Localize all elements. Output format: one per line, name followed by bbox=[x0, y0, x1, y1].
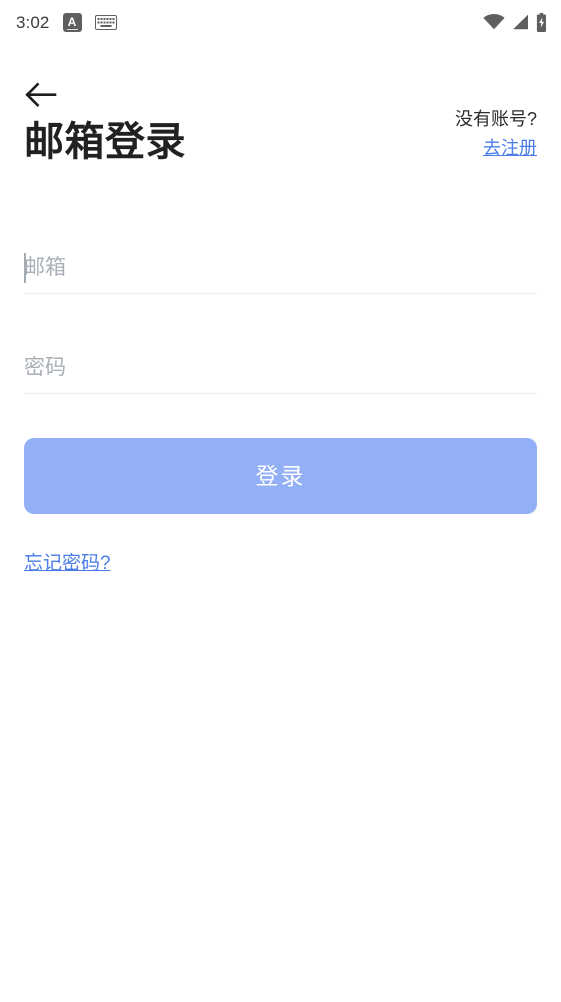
app-badge-icon: A bbox=[62, 12, 82, 32]
password-input[interactable] bbox=[24, 353, 537, 382]
wifi-icon bbox=[483, 14, 505, 30]
register-block: 没有账号? 去注册 bbox=[455, 106, 537, 166]
back-arrow-icon bbox=[24, 82, 58, 108]
battery-charging-icon bbox=[536, 12, 547, 32]
register-link[interactable]: 去注册 bbox=[483, 135, 537, 162]
back-button[interactable] bbox=[24, 78, 62, 112]
status-clock: 3:02 bbox=[16, 12, 50, 32]
login-page: 邮箱登录 没有账号? 去注册 登录 忘记密码? bbox=[0, 44, 561, 577]
keyboard-icon bbox=[94, 14, 117, 30]
email-input[interactable] bbox=[24, 253, 537, 282]
title-row: 邮箱登录 没有账号? 去注册 bbox=[24, 106, 537, 166]
status-bar: 3:02 A bbox=[0, 0, 561, 44]
text-caret bbox=[24, 253, 26, 283]
register-hint-text: 没有账号? bbox=[454, 109, 537, 129]
status-bar-right bbox=[483, 12, 547, 32]
status-bar-left: 3:02 A bbox=[16, 12, 117, 32]
password-field-row[interactable] bbox=[24, 342, 537, 394]
navigation-row bbox=[24, 44, 537, 107]
page-title: 邮箱登录 bbox=[24, 119, 186, 164]
email-field-row[interactable] bbox=[24, 242, 537, 294]
forgot-password-link[interactable]: 忘记密码? bbox=[24, 552, 111, 577]
cellular-signal-icon bbox=[512, 14, 529, 30]
login-form: 登录 忘记密码? bbox=[24, 242, 537, 577]
login-submit-button[interactable]: 登录 bbox=[24, 438, 537, 514]
